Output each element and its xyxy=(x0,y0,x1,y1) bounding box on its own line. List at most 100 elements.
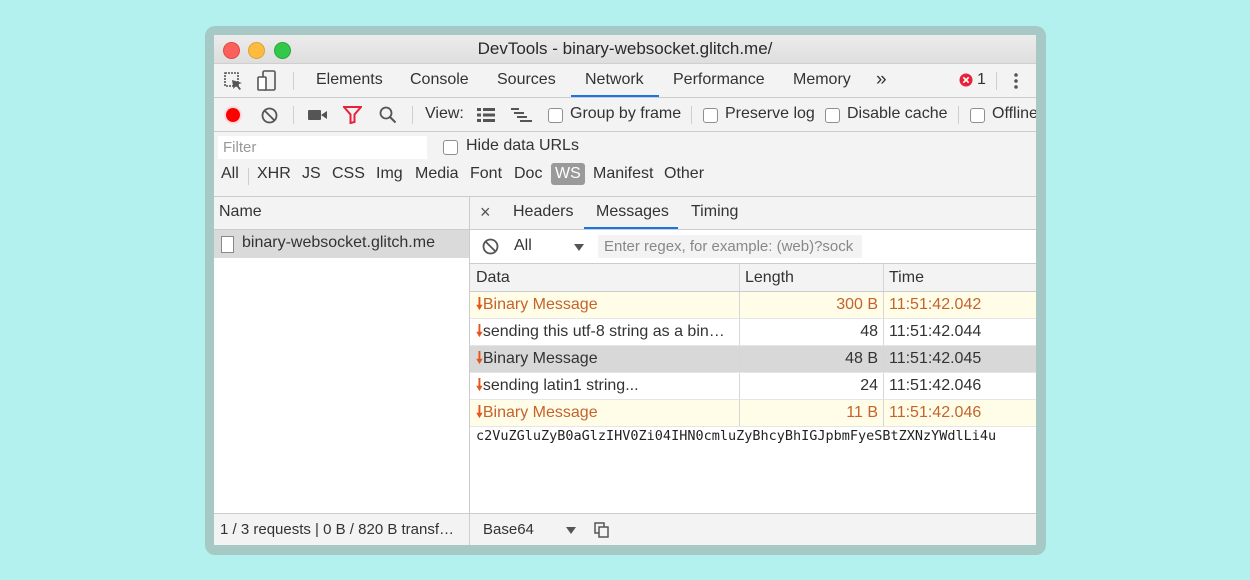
request-row[interactable]: binary-websocket.glitch.me xyxy=(214,230,469,258)
filter-icon[interactable] xyxy=(343,106,362,124)
error-icon[interactable] xyxy=(959,73,973,87)
preserve-log-checkbox[interactable] xyxy=(703,108,718,123)
offline-label[interactable]: Offline xyxy=(992,105,1036,123)
column-header-length[interactable]: Length xyxy=(745,269,794,287)
type-filter-xhr[interactable]: XHR xyxy=(257,165,291,183)
device-toolbar-icon[interactable] xyxy=(257,70,277,92)
tab-sources[interactable]: Sources xyxy=(497,71,556,89)
type-filter-img[interactable]: Img xyxy=(376,165,403,183)
tab-performance[interactable]: Performance xyxy=(673,71,765,89)
request-name: binary-websocket.glitch.me xyxy=(242,234,435,251)
message-data: Binary Message xyxy=(482,296,598,313)
column-divider xyxy=(739,264,740,291)
column-header-time[interactable]: Time xyxy=(889,269,924,287)
inspect-element-icon[interactable] xyxy=(224,72,244,92)
active-detail-tab-indicator xyxy=(584,227,678,229)
type-filter-manifest[interactable]: Manifest xyxy=(593,165,653,183)
chevron-down-icon[interactable] xyxy=(566,527,576,534)
preserve-log-label[interactable]: Preserve log xyxy=(725,105,815,123)
record-icon[interactable] xyxy=(223,105,243,125)
devtools-window: DevTools - binary-websocket.glitch.me/ E… xyxy=(214,35,1036,545)
network-toolbar: View: Group by frame Preserve log Disabl… xyxy=(214,98,1036,132)
divider xyxy=(469,514,470,545)
message-time: 11:51:42.042 xyxy=(889,296,982,313)
chevron-down-icon[interactable] xyxy=(574,244,584,251)
message-data: sending this utf-8 string as a bin… xyxy=(482,323,725,340)
divider xyxy=(293,72,294,90)
view-label: View: xyxy=(425,105,464,122)
receive-arrow-icon: 🠗 xyxy=(476,323,483,340)
tab-network[interactable]: Network xyxy=(585,71,644,89)
type-filter-media[interactable]: Media xyxy=(415,165,459,183)
divider xyxy=(691,106,692,124)
search-icon[interactable] xyxy=(379,106,397,124)
large-rows-icon[interactable] xyxy=(477,108,495,122)
message-row[interactable]: 🠗sending latin1 string... 24 11:51:42.04… xyxy=(470,373,1036,400)
receive-arrow-icon: 🠗 xyxy=(476,350,483,367)
message-filter-bar: All Enter regex, for example: (web)?sock xyxy=(470,230,1036,264)
message-payload: c2VuZGluZyB0aGlzIHV0Zi04IHN0cmluZyBhcyBh… xyxy=(476,428,997,444)
request-list: Name binary-websocket.glitch.me xyxy=(214,197,470,513)
column-divider xyxy=(883,400,884,426)
tab-timing[interactable]: Timing xyxy=(691,203,738,221)
clear-messages-icon[interactable] xyxy=(482,238,499,255)
message-time: 11:51:42.045 xyxy=(889,350,982,367)
message-row[interactable]: 🠗Binary Message 300 B 11:51:42.042 xyxy=(470,292,1036,319)
column-divider xyxy=(883,264,884,291)
tab-messages[interactable]: Messages xyxy=(596,203,669,221)
group-by-frame-label[interactable]: Group by frame xyxy=(570,105,681,123)
payload-encoding-select[interactable]: Base64 xyxy=(483,521,534,538)
message-data: Binary Message xyxy=(482,404,598,421)
type-filter-other[interactable]: Other xyxy=(664,165,704,183)
name-column-header[interactable]: Name xyxy=(214,197,469,230)
active-tab-indicator xyxy=(571,95,659,97)
divider xyxy=(996,72,997,90)
message-length: 300 B xyxy=(836,296,878,313)
message-length: 48 B xyxy=(845,350,878,367)
type-filter-css[interactable]: CSS xyxy=(332,165,365,183)
clear-icon[interactable] xyxy=(261,107,278,124)
more-tabs-icon[interactable]: » xyxy=(876,69,887,91)
screenshot-capture-icon[interactable] xyxy=(308,109,328,121)
main-tab-bar: Elements Console Sources Network Perform… xyxy=(214,64,1036,98)
disable-cache-label[interactable]: Disable cache xyxy=(847,105,948,123)
message-length: 11 B xyxy=(846,404,878,421)
message-time: 11:51:42.044 xyxy=(889,323,982,340)
window-title: DevTools - binary-websocket.glitch.me/ xyxy=(477,39,773,58)
request-summary: 1 / 3 requests | 0 B / 820 B transf… xyxy=(220,521,455,538)
divider xyxy=(293,106,294,124)
tab-headers[interactable]: Headers xyxy=(513,203,573,221)
message-data: Binary Message xyxy=(482,350,598,367)
message-type-select[interactable]: All xyxy=(514,237,532,255)
regex-filter-input[interactable]: Enter regex, for example: (web)?sock xyxy=(598,235,862,258)
hide-data-urls-label[interactable]: Hide data URLs xyxy=(466,137,579,155)
filter-input[interactable]: Filter xyxy=(218,136,427,159)
divider xyxy=(412,106,413,124)
type-filter-font[interactable]: Font xyxy=(470,165,502,183)
tab-memory[interactable]: Memory xyxy=(793,71,851,89)
hide-data-urls-checkbox[interactable] xyxy=(443,140,458,155)
more-options-icon[interactable] xyxy=(1011,71,1021,91)
message-row[interactable]: 🠗sending this utf-8 string as a bin… 48 … xyxy=(470,319,1036,346)
message-row-selected[interactable]: 🠗Binary Message 48 B 11:51:42.045 xyxy=(470,346,1036,373)
copy-icon[interactable] xyxy=(594,522,609,538)
waterfall-overview-icon[interactable] xyxy=(511,108,533,122)
tab-console[interactable]: Console xyxy=(410,71,469,89)
close-detail-icon[interactable]: × xyxy=(480,202,491,223)
disable-cache-checkbox[interactable] xyxy=(825,108,840,123)
receive-arrow-icon: 🠗 xyxy=(476,404,483,421)
type-filter-ws[interactable]: WS xyxy=(551,163,585,185)
group-by-frame-checkbox[interactable] xyxy=(548,108,563,123)
tab-elements[interactable]: Elements xyxy=(316,71,383,89)
status-bar: 1 / 3 requests | 0 B / 820 B transf… Bas… xyxy=(214,513,1036,545)
column-header-data[interactable]: Data xyxy=(476,269,510,287)
error-count[interactable]: 1 xyxy=(977,71,986,89)
receive-arrow-icon: 🠗 xyxy=(476,296,483,313)
title-bar: DevTools - binary-websocket.glitch.me/ xyxy=(214,35,1036,64)
message-length: 48 xyxy=(860,323,878,340)
type-filter-js[interactable]: JS xyxy=(302,165,321,183)
offline-checkbox[interactable] xyxy=(970,108,985,123)
type-filter-all[interactable]: All xyxy=(221,165,239,183)
message-row[interactable]: 🠗Binary Message 11 B 11:51:42.046 xyxy=(470,400,1036,427)
type-filter-doc[interactable]: Doc xyxy=(514,165,542,183)
